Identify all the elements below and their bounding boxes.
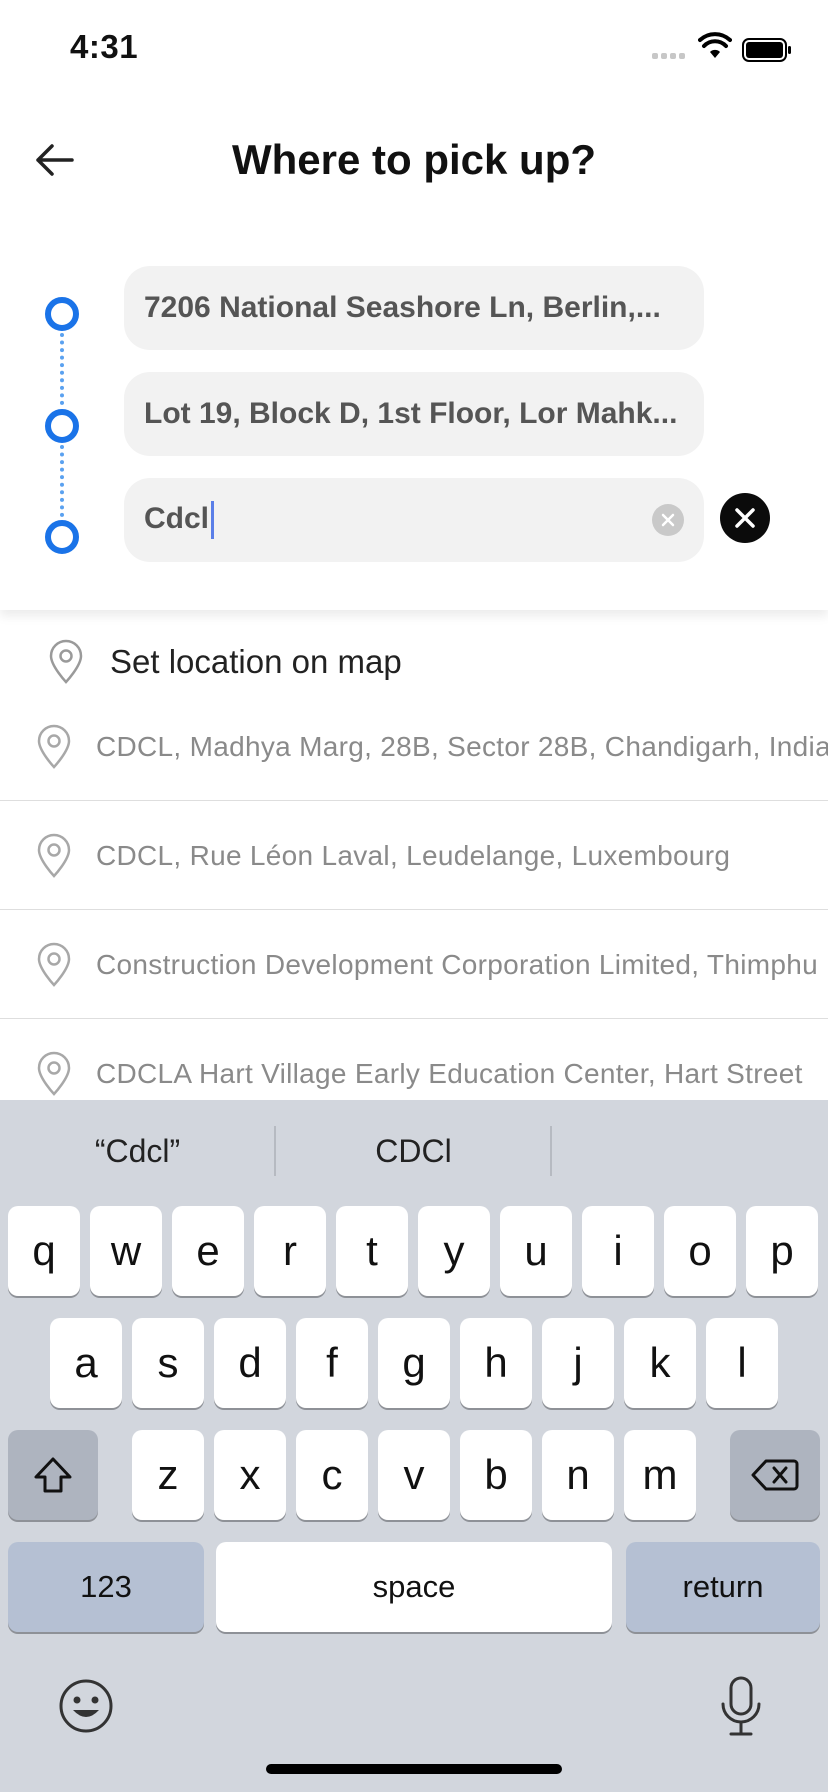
text-caret	[211, 501, 215, 539]
shift-icon	[34, 1457, 72, 1493]
location-pin-icon	[49, 639, 83, 684]
key-p[interactable]: p	[746, 1206, 818, 1296]
stop-field[interactable]: Lot 19, Block D, 1st Floor, Lor Mahk...	[124, 372, 704, 456]
microphone-icon	[721, 1676, 761, 1736]
set-location-label: Set location on map	[110, 643, 402, 680]
signal-icon	[652, 46, 688, 64]
return-key[interactable]: return	[626, 1542, 820, 1632]
key-x[interactable]: x	[214, 1430, 286, 1520]
pickup-dot	[45, 297, 79, 331]
location-pin-icon	[37, 1051, 71, 1096]
suggestion-label: Construction Development Corporation Lim…	[96, 948, 818, 980]
key-w[interactable]: w	[90, 1206, 162, 1296]
delete-key[interactable]	[730, 1430, 820, 1520]
key-f[interactable]: f	[296, 1318, 368, 1408]
suggestion-label: CDCL, Rue Léon Laval, Leudelange, Luxemb…	[96, 839, 731, 871]
route-line	[60, 445, 64, 517]
key-d[interactable]: d	[214, 1318, 286, 1408]
keyboard: “Cdcl” CDCl q w e r t y u i o p a s d f …	[0, 1100, 828, 1792]
key-z[interactable]: z	[132, 1430, 204, 1520]
suggestion-item[interactable]: CDCL, Madhya Marg, 28B, Sector 28B, Chan…	[0, 693, 828, 801]
location-pin-icon	[37, 833, 71, 878]
home-indicator	[266, 1764, 562, 1774]
key-s[interactable]: s	[132, 1318, 204, 1408]
key-m[interactable]: m	[624, 1430, 696, 1520]
key-o[interactable]: o	[664, 1206, 736, 1296]
pickup-field[interactable]: 7206 National Seashore Ln, Berlin,...	[124, 266, 704, 350]
set-location-on-map[interactable]: Set location on map	[0, 630, 828, 694]
key-b[interactable]: b	[460, 1430, 532, 1520]
key-j[interactable]: j	[542, 1318, 614, 1408]
search-input[interactable]: Cdcl	[124, 478, 704, 562]
microphone-button[interactable]	[714, 1674, 768, 1740]
search-input-value: Cdcl	[144, 501, 210, 535]
prediction-item[interactable]	[552, 1100, 828, 1202]
page-title: Where to pick up?	[231, 136, 596, 183]
suggestion-label: CDCL, Madhya Marg, 28B, Sector 28B, Chan…	[96, 730, 828, 762]
key-t[interactable]: t	[336, 1206, 408, 1296]
key-e[interactable]: e	[172, 1206, 244, 1296]
destination-dot	[45, 520, 79, 554]
key-h[interactable]: h	[460, 1318, 532, 1408]
emoji-icon	[59, 1679, 113, 1733]
key-l[interactable]: l	[706, 1318, 778, 1408]
key-r[interactable]: r	[254, 1206, 326, 1296]
location-pin-icon	[37, 724, 71, 769]
numbers-key[interactable]: 123	[8, 1542, 204, 1632]
stop-dot	[45, 409, 79, 443]
key-u[interactable]: u	[500, 1206, 572, 1296]
key-g[interactable]: g	[378, 1318, 450, 1408]
clear-icon[interactable]	[652, 504, 684, 536]
key-n[interactable]: n	[542, 1430, 614, 1520]
emoji-button[interactable]	[56, 1676, 116, 1736]
route-line	[60, 333, 64, 405]
key-y[interactable]: y	[418, 1206, 490, 1296]
wifi-icon	[698, 32, 732, 58]
stop-value: Lot 19, Block D, 1st Floor, Lor Mahk...	[144, 397, 678, 430]
suggestion-label: CDCLA Hart Village Early Education Cente…	[96, 1058, 803, 1089]
suggestion-item[interactable]: CDCL, Rue Léon Laval, Leudelange, Luxemb…	[0, 802, 828, 910]
remove-stop-button[interactable]	[720, 493, 770, 543]
key-c[interactable]: c	[296, 1430, 368, 1520]
location-pin-icon	[37, 942, 71, 987]
key-v[interactable]: v	[378, 1430, 450, 1520]
key-q[interactable]: q	[8, 1206, 80, 1296]
prediction-item[interactable]: CDCl	[276, 1100, 551, 1202]
shift-key[interactable]	[8, 1430, 98, 1520]
close-icon	[735, 508, 755, 528]
key-k[interactable]: k	[624, 1318, 696, 1408]
status-time: 4:31	[70, 28, 139, 65]
key-i[interactable]: i	[582, 1206, 654, 1296]
space-key[interactable]: space	[216, 1542, 612, 1632]
suggestion-item[interactable]: Construction Development Corporation Lim…	[0, 911, 828, 1019]
key-a[interactable]: a	[50, 1318, 122, 1408]
battery-icon	[742, 38, 791, 62]
backspace-icon	[751, 1459, 799, 1491]
prediction-item[interactable]: “Cdcl”	[0, 1100, 275, 1202]
pickup-value: 7206 National Seashore Ln, Berlin,...	[144, 291, 661, 324]
